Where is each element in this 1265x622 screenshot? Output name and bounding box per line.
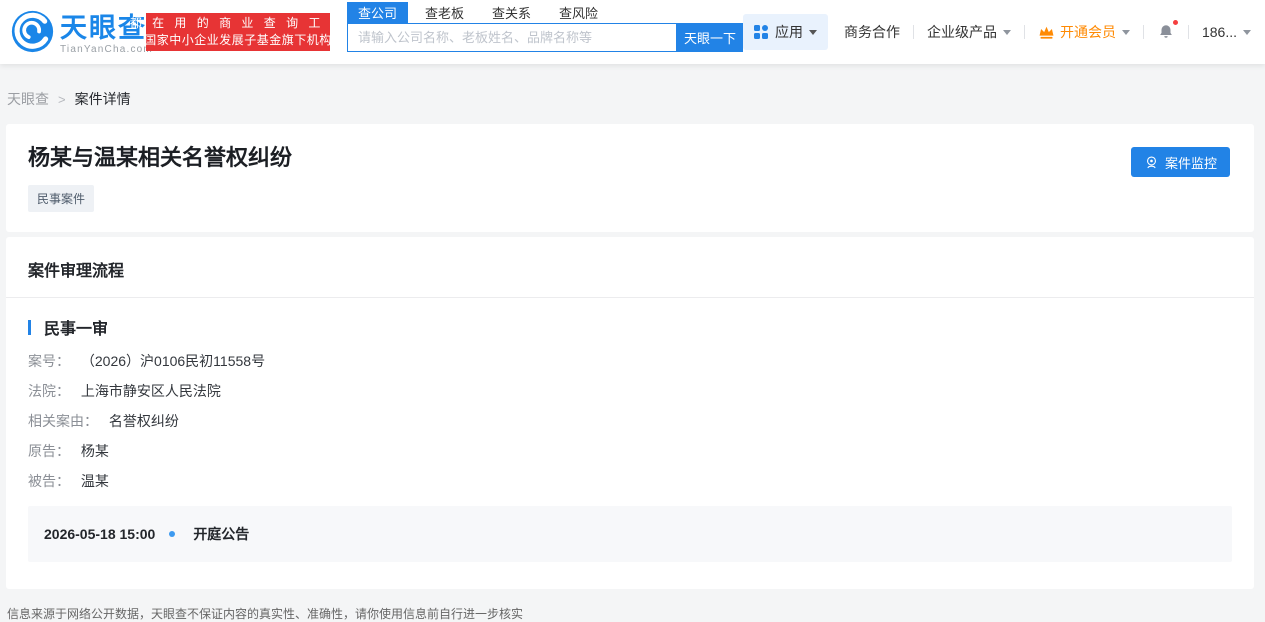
search-input[interactable]: [347, 23, 677, 52]
timeline-event: 开庭公告: [193, 526, 250, 542]
field-value: 温某: [80, 473, 109, 489]
breadcrumb-home[interactable]: 天眼查: [7, 89, 49, 109]
nav-apps-label: 应用: [774, 24, 803, 40]
nav-apps[interactable]: 应用: [742, 14, 828, 50]
timeline-item[interactable]: 2026-05-18 15:00 开庭公告: [28, 506, 1232, 562]
field-case-number: 案号： （2026）沪0106民初11558号: [6, 353, 1254, 369]
notification-badge: [1171, 19, 1179, 26]
notifications-bell[interactable]: [1157, 19, 1179, 41]
field-court: 法院： 上海市静安区人民法院: [6, 383, 1254, 399]
field-defendant: 被告： 温某: [6, 473, 1254, 489]
logo-domain: TianYanCha.com: [60, 43, 153, 55]
nav-enterprise-products[interactable]: 企业级产品: [927, 22, 1011, 42]
field-label: 相关案由：: [28, 413, 98, 429]
case-header-card: 杨某与温某相关名誉权纠纷 民事案件 案件监控: [6, 124, 1254, 232]
breadcrumb-separator: >: [58, 91, 66, 107]
divider: [1142, 25, 1144, 39]
timeline-dot-icon: [169, 531, 176, 537]
account-label: 186...: [1201, 24, 1237, 40]
case-type-badge: 民事案件: [28, 185, 95, 212]
monitor-icon: [1146, 155, 1156, 168]
search-block: 查公司 查老板 查关系 查风险 天眼一下: [347, 2, 743, 52]
field-value: 上海市静安区人民法院: [80, 383, 221, 399]
crown-icon: [1039, 26, 1054, 39]
chevron-down-icon: [1002, 29, 1011, 35]
search-tab-risk[interactable]: 查风险: [548, 2, 609, 23]
search-tab-boss[interactable]: 查老板: [414, 2, 475, 23]
divider: [1187, 25, 1189, 39]
divider: [912, 25, 914, 39]
stage-accent-bar: [28, 319, 31, 335]
nav-business-label: 商务合作: [843, 24, 900, 40]
field-value: 杨某: [80, 443, 109, 459]
tianyancha-swirl-icon: [10, 9, 55, 59]
breadcrumb: 天眼查 > 案件详情: [0, 64, 1265, 124]
disclaimer-footer: 信息来源于网络公开数据，天眼查不保证内容的真实性、准确性，请你使用信息前自行进一…: [0, 589, 1265, 622]
breadcrumb-current: 案件详情: [74, 91, 131, 107]
case-process-card: 案件审理流程 民事一审 案号： （2026）沪0106民初11558号 法院： …: [6, 237, 1254, 589]
promo-badge-line2: 国家中小企业发展子基金旗下机构: [144, 33, 332, 47]
case-monitor-button[interactable]: 案件监控: [1130, 147, 1230, 177]
stage-title: 民事一审: [44, 321, 109, 338]
search-button[interactable]: 天眼一下: [677, 23, 743, 52]
field-label: 法院：: [28, 383, 70, 399]
header-nav: 应用 商务合作 企业级产品 开通会员 186...: [742, 0, 1251, 64]
bell-icon: [1160, 25, 1172, 38]
account-menu[interactable]: 186...: [1202, 24, 1251, 40]
field-value: （2026）沪0106民初11558号: [80, 353, 266, 369]
case-monitor-label: 案件监控: [1164, 155, 1217, 171]
chevron-down-icon: [1121, 29, 1130, 35]
page-title: 杨某与温某相关名誉权纠纷: [28, 145, 293, 170]
nav-business-cooperation[interactable]: 商务合作: [844, 22, 900, 42]
search-tab-company[interactable]: 查公司: [347, 2, 409, 23]
promo-badge-line1: 都 在 用 的 商 业 查 询 工 具: [129, 16, 347, 30]
field-label: 被告：: [28, 473, 70, 489]
divider: [1023, 25, 1025, 39]
apps-grid-icon: [753, 25, 768, 39]
search-tab-relation[interactable]: 查关系: [481, 2, 542, 23]
field-label: 原告：: [28, 443, 70, 459]
field-label: 案号：: [28, 353, 70, 369]
chevron-down-icon: [808, 29, 817, 35]
field-plaintiff: 原告： 杨某: [6, 443, 1254, 459]
promo-badge: 都 在 用 的 商 业 查 询 工 具 国家中小企业发展子基金旗下机构: [130, 13, 343, 51]
nav-open-vip[interactable]: 开通会员: [1038, 22, 1130, 42]
stage-header: 民事一审: [6, 315, 1254, 339]
section-title: 案件审理流程: [6, 237, 1254, 298]
search-tabs: 查公司 查老板 查关系 查风险: [347, 2, 743, 23]
chevron-down-icon: [1243, 29, 1251, 35]
timeline-datetime: 2026-05-18 15:00: [44, 526, 156, 542]
field-cause: 相关案由： 名誉权纠纷: [6, 413, 1254, 429]
field-value: 名誉权纠纷: [108, 413, 179, 429]
nav-vip-label: 开通会员: [1059, 24, 1116, 40]
disclaimer-text: 信息来源于网络公开数据，天眼查不保证内容的真实性、准确性，请你使用信息前自行进一…: [7, 607, 524, 621]
top-header: 天眼查 TianYanCha.com 都 在 用 的 商 业 查 询 工 具 国…: [0, 0, 1265, 64]
nav-enterprise-label: 企业级产品: [926, 24, 997, 40]
